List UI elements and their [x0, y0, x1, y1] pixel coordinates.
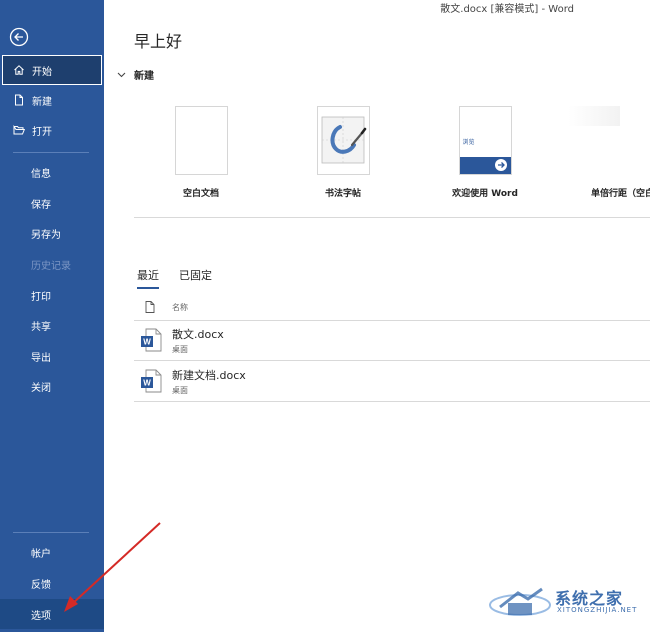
watermark-subtext: XITONGZHIJIA.NET — [557, 606, 638, 614]
annotation-arrow — [64, 522, 161, 612]
